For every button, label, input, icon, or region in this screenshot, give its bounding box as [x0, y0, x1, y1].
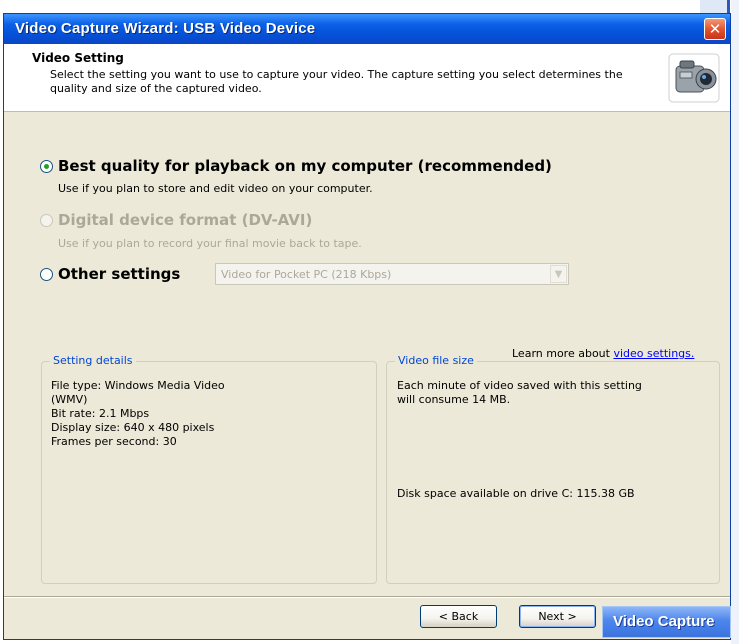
video-file-size-legend: Video file size [395, 354, 477, 367]
video-file-size-group: Video file size Each minute of video sav… [386, 354, 720, 584]
dv-avi-description: Use if you plan to record your final mov… [58, 237, 362, 250]
best-quality-radio[interactable] [40, 159, 53, 173]
page-description: Select the setting you want to use to ca… [50, 68, 623, 95]
background-strip [731, 0, 739, 644]
display-size-text: Display size: 640 x 480 pixels [51, 421, 215, 434]
disk-space-text: Disk space available on drive C: 115.38 … [397, 487, 635, 500]
best-quality-label[interactable]: Best quality for playback on my computer… [58, 157, 552, 175]
dv-avi-radio [40, 213, 53, 227]
window-title: Video Capture Wizard: USB Video Device [15, 20, 316, 37]
other-settings-radio[interactable] [40, 267, 53, 281]
file-type-line1: File type: Windows Media Video [51, 379, 225, 392]
bit-rate-text: Bit rate: 2.1 Mbps [51, 407, 150, 420]
back-button[interactable]: < Back [420, 605, 497, 628]
learn-more-text: Learn more about video settings. [512, 347, 694, 360]
close-button[interactable]: ✕ [704, 18, 726, 40]
option-best-quality[interactable]: Best quality for playback on my computer… [40, 157, 552, 175]
title-bar[interactable]: Video Capture Wizard: USB Video Device ✕ [4, 14, 730, 44]
page-title: Video Setting [32, 51, 124, 65]
wizard-header: Video Setting Select the setting you wan… [4, 44, 730, 112]
learn-more-prefix: Learn more about [512, 347, 614, 360]
frames-per-second-text: Frames per second: 30 [51, 435, 177, 448]
option-dv-avi: Digital device format (DV-AVI) [40, 211, 312, 229]
chevron-down-icon: ▼ [550, 265, 567, 283]
best-quality-description: Use if you plan to store and edit video … [58, 182, 373, 195]
background-window-edge [700, 0, 730, 14]
wizard-dialog: Video Capture Wizard: USB Video Device ✕… [3, 13, 731, 640]
setting-details-legend: Setting details [50, 354, 136, 367]
next-button[interactable]: Next > [519, 605, 596, 628]
dv-avi-label: Digital device format (DV-AVI) [58, 211, 313, 229]
video-camera-icon [668, 53, 720, 103]
other-settings-select: Video for Pocket PC (218 Kbps) ▼ [215, 263, 569, 285]
file-type-line2: (WMV) [51, 393, 88, 406]
file-size-line2: will consume 14 MB. [397, 393, 511, 406]
footer-divider [4, 596, 730, 598]
taskbar-video-capture-button[interactable]: Video Capture [602, 606, 731, 638]
file-size-line1: Each minute of video saved with this set… [397, 379, 642, 392]
close-icon: ✕ [708, 20, 722, 38]
video-settings-link[interactable]: video settings. [613, 347, 694, 360]
other-settings-select-value: Video for Pocket PC (218 Kbps) [221, 268, 392, 281]
other-settings-label[interactable]: Other settings [58, 265, 180, 283]
setting-details-group: Setting details File type: Windows Media… [41, 354, 377, 584]
option-other-settings[interactable]: Other settings [40, 265, 180, 283]
